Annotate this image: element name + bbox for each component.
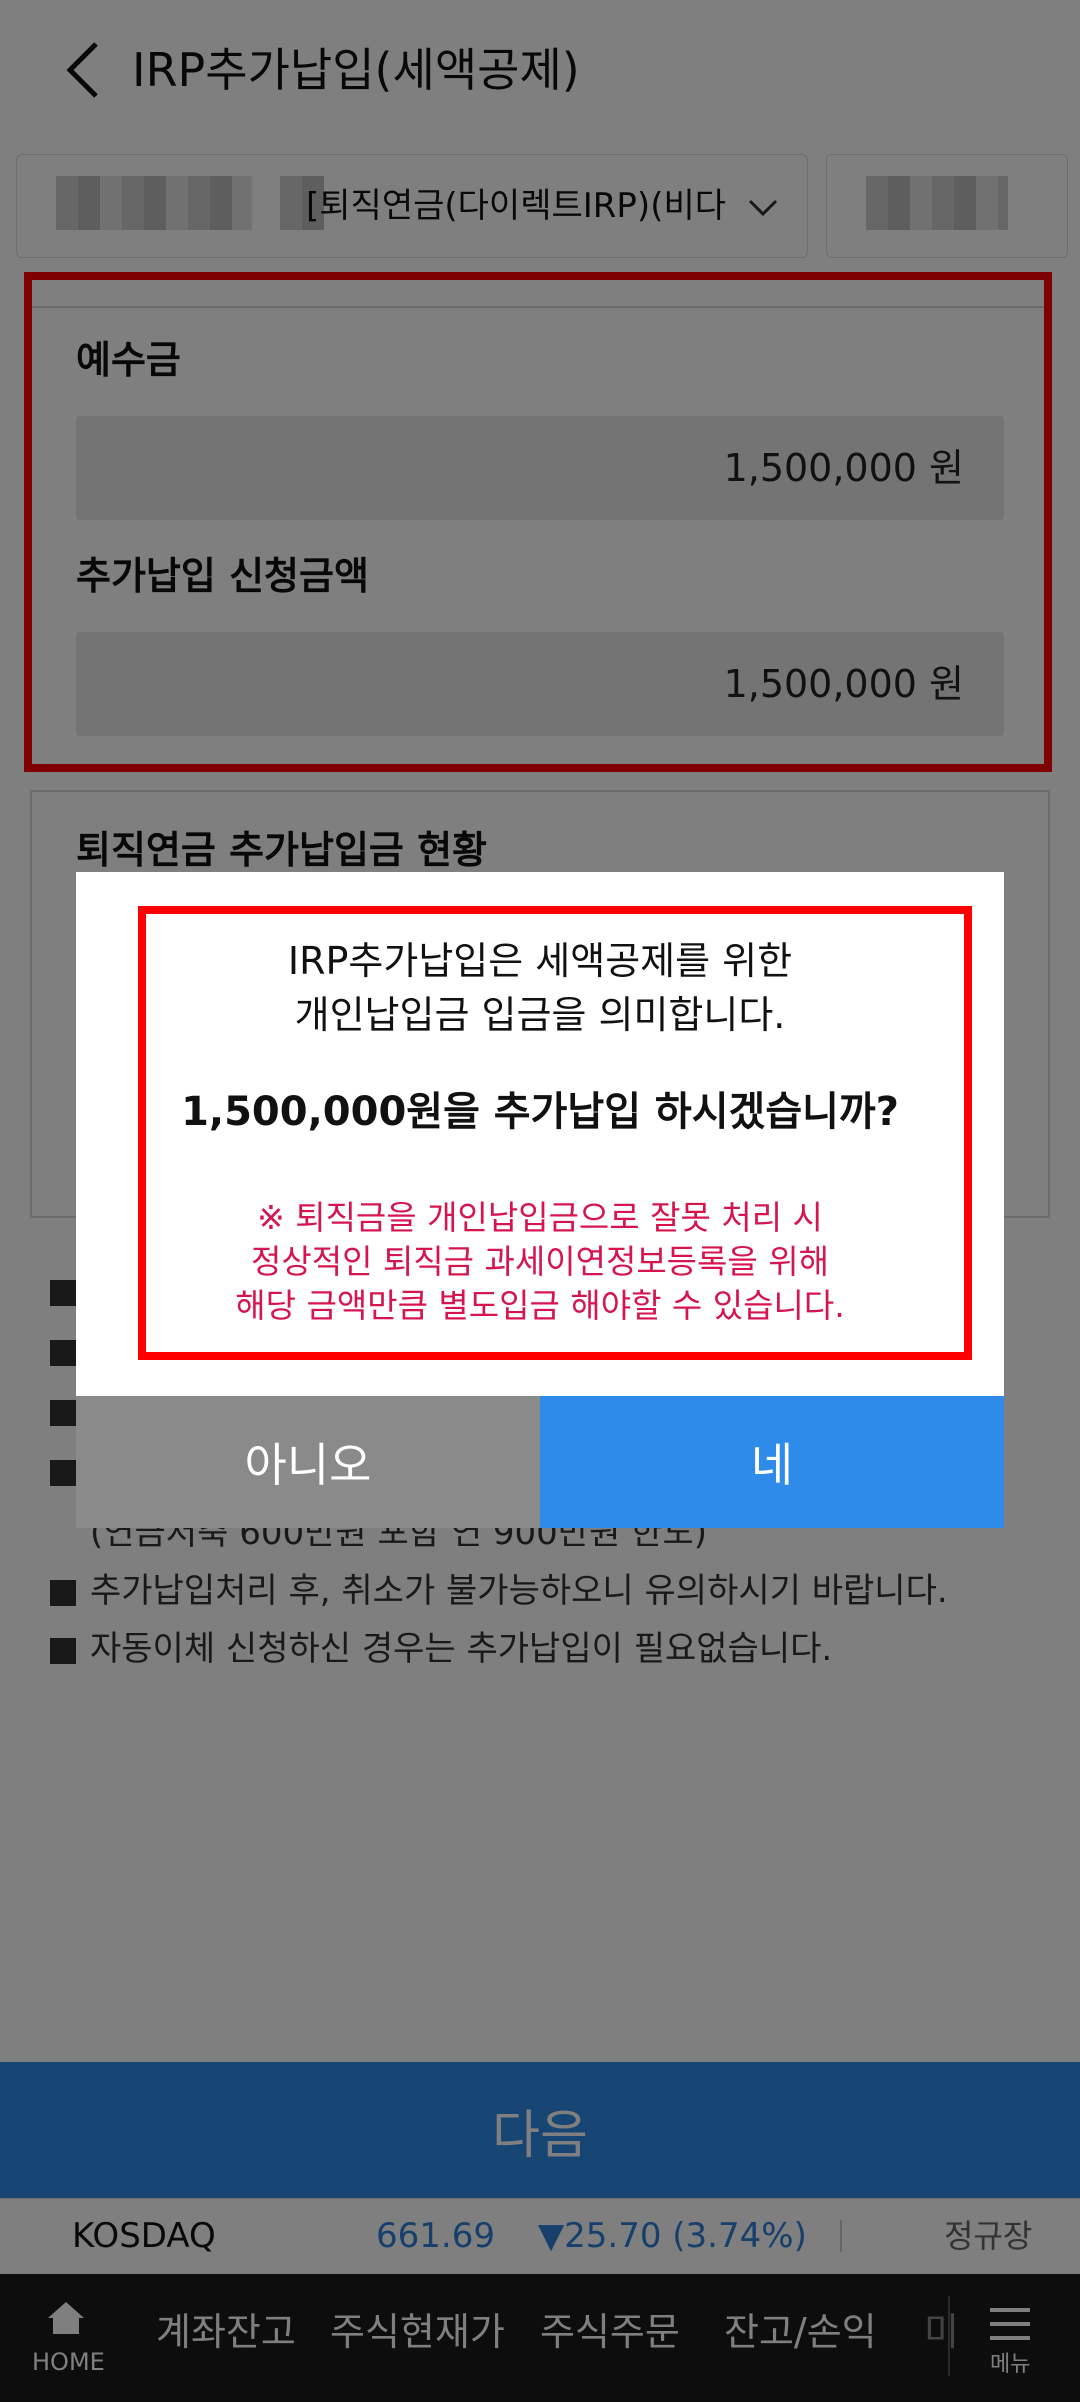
dialog-highlight-frame bbox=[138, 906, 972, 1360]
yes-button[interactable]: 네 bbox=[540, 1396, 1004, 1528]
no-button[interactable]: 아니오 bbox=[76, 1396, 540, 1528]
